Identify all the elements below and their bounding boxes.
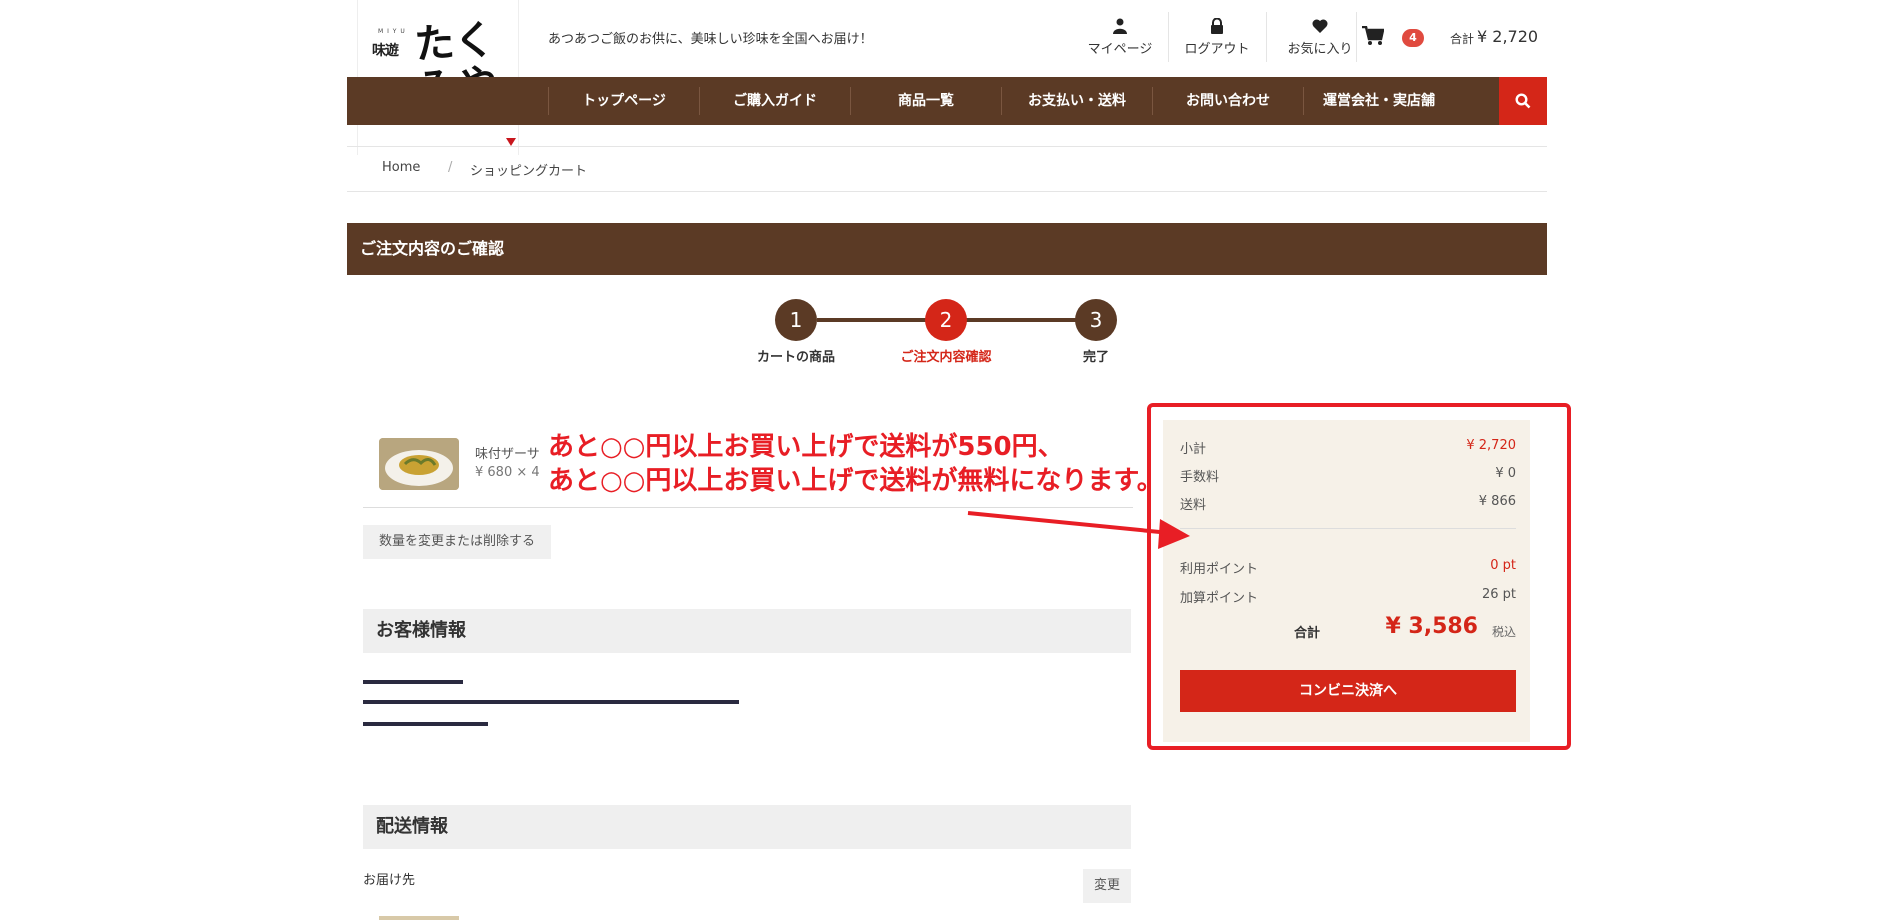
nav-item-guide[interactable]: ご購入ガイド	[700, 77, 850, 125]
search-button[interactable]	[1499, 77, 1547, 125]
nav-item-contact[interactable]: お問い合わせ	[1153, 77, 1303, 125]
logo-brand-small: 味遊	[372, 43, 399, 59]
logo-caret-icon	[506, 138, 516, 146]
page-title-bar: ご注文内容のご確認	[347, 223, 1547, 275]
main-nav: トップページ ご購入ガイド 商品一覧 お支払い・送料 お問い合わせ 運営会社・実…	[347, 77, 1547, 125]
delivery-info-header: 配送情報	[363, 805, 1131, 849]
lock-icon	[1172, 17, 1262, 34]
header-total-label: 合計	[1450, 32, 1475, 46]
breadcrumb-current: ショッピングカート	[470, 164, 588, 179]
annotation-text-line-2: あと○○円以上お買い上げで送料が無料になります。	[548, 466, 1163, 496]
step-2-label: ご注文内容確認	[900, 350, 992, 365]
user-icon	[1075, 18, 1165, 34]
step-1-label: カートの商品	[756, 350, 835, 365]
nav-item-company[interactable]: 運営会社・実店舗	[1304, 77, 1454, 125]
cart-icon[interactable]	[1362, 25, 1385, 50]
change-quantity-button[interactable]: 数量を変更または削除する	[363, 525, 551, 559]
breadcrumb-home[interactable]: Home	[382, 160, 420, 175]
logout-label: ログアウト	[1184, 42, 1250, 57]
site-tagline: あつあつご飯のお供に、美味しい珍味を全国へお届け！	[548, 32, 873, 47]
annotation-highlight-box	[1147, 403, 1571, 750]
breadcrumb-bottom-border	[347, 191, 1547, 192]
nav-item-payment[interactable]: お支払い・送料	[1002, 77, 1152, 125]
logout-link[interactable]: ログアウト	[1172, 17, 1262, 57]
delivery-destination-label: お届け先	[363, 873, 416, 888]
delivery-info-title: 配送情報	[376, 816, 448, 837]
breadcrumb-top-border	[347, 146, 1547, 147]
annotation-text-line-1: あと○○円以上お買い上げで送料が550円、	[548, 432, 1064, 462]
header-total-value: ¥ 2,720	[1477, 27, 1539, 46]
customer-info-redacted	[363, 678, 743, 733]
nav-item-top[interactable]: トップページ	[549, 77, 699, 125]
favorites-link[interactable]: お気に入り	[1270, 18, 1370, 57]
mypage-label: マイページ	[1087, 42, 1153, 57]
nav-item-products[interactable]: 商品一覧	[851, 77, 1001, 125]
step-2-circle: 2	[925, 299, 967, 341]
heart-icon	[1270, 18, 1370, 34]
header-divider	[1356, 12, 1357, 62]
favorites-label: お気に入り	[1287, 42, 1353, 57]
product-thumbnail[interactable]	[379, 438, 459, 490]
header-divider	[1266, 12, 1267, 62]
change-delivery-button[interactable]: 変更	[1083, 869, 1131, 903]
search-icon	[1515, 93, 1531, 109]
step-3-circle: 3	[1075, 299, 1117, 341]
annotation-arrow-icon	[967, 511, 1190, 549]
product-name[interactable]: 味付ザーサ	[475, 443, 540, 462]
breadcrumb-separator: /	[448, 160, 453, 175]
product-price-qty: ¥ 680 × 4	[475, 465, 540, 480]
step-1-circle: 1	[775, 299, 817, 341]
step-3-label: 完了	[1082, 350, 1109, 365]
page-title: ご注文内容のご確認	[360, 239, 505, 258]
customer-info-title: お客様情報	[376, 620, 466, 641]
cart-count-badge: 4	[1402, 29, 1424, 47]
mypage-link[interactable]: マイページ	[1075, 18, 1165, 57]
customer-info-header: お客様情報	[363, 609, 1131, 653]
header-divider	[1168, 12, 1169, 62]
logo-romaji: M I Y U	[378, 28, 406, 35]
delivery-product-thumbnail	[379, 916, 459, 920]
